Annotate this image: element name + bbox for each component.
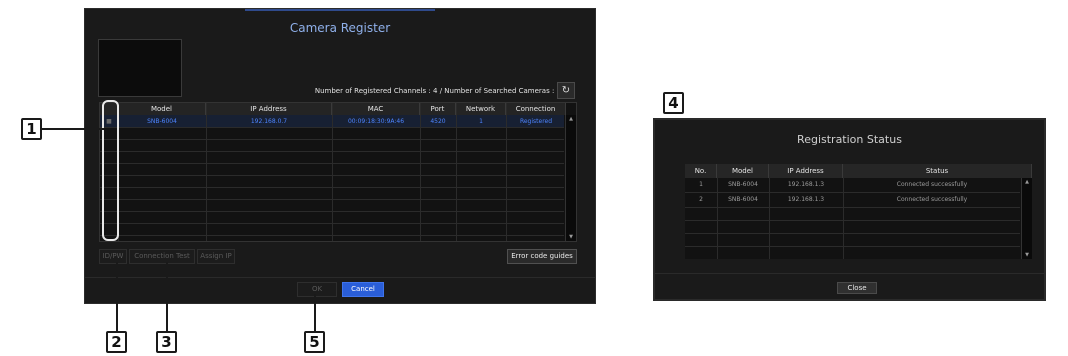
status-table: No. Model IP Address Status 1 SNB-6004 1… bbox=[685, 164, 1032, 259]
idpw-button[interactable]: ID/PW bbox=[99, 249, 127, 264]
column-header-model: Model bbox=[717, 164, 769, 178]
checkbox-column-highlight bbox=[102, 100, 119, 241]
cancel-button[interactable]: Cancel bbox=[342, 282, 384, 297]
column-divider bbox=[456, 103, 457, 241]
column-divider bbox=[843, 178, 844, 259]
table-scrollbar[interactable]: ▲ ▼ bbox=[565, 115, 576, 241]
column-divider bbox=[420, 103, 421, 241]
cell-no: 2 bbox=[699, 196, 703, 203]
channel-count-text: Number of Registered Channels : 4 / Numb… bbox=[314, 87, 561, 95]
column-header-network[interactable]: Network bbox=[456, 103, 506, 115]
row-divider bbox=[685, 246, 1020, 247]
cell-no: 1 bbox=[699, 181, 703, 188]
scroll-up-icon[interactable]: ▲ bbox=[1022, 178, 1032, 186]
dialog-title: Camera Register bbox=[289, 21, 391, 35]
callout-4: 4 bbox=[663, 92, 684, 114]
assign-ip-button[interactable]: Assign IP bbox=[197, 249, 235, 264]
column-header-status: Status bbox=[843, 164, 1032, 178]
connection-test-button[interactable]: Connection Test bbox=[129, 249, 195, 264]
title-accent-bar bbox=[245, 9, 435, 11]
callout-2: 2 bbox=[106, 331, 127, 353]
cell-model: SNB-6004 bbox=[147, 118, 177, 125]
refresh-icon: ↻ bbox=[561, 85, 571, 96]
column-header-port[interactable]: Port bbox=[420, 103, 456, 115]
callout-2-leader bbox=[116, 262, 118, 331]
column-divider bbox=[332, 103, 333, 241]
cell-ip: 192.168.0.7 bbox=[250, 118, 288, 125]
column-header-model[interactable]: Model bbox=[118, 103, 206, 115]
column-header-no: No. bbox=[685, 164, 717, 178]
cell-model: SNB-6004 bbox=[728, 181, 758, 188]
ok-button[interactable]: OK bbox=[297, 282, 337, 297]
cell-model: SNB-6004 bbox=[728, 196, 758, 203]
table-scrollbar[interactable]: ▲ ▼ bbox=[1021, 178, 1032, 259]
column-divider bbox=[717, 178, 718, 259]
callout-5-leader bbox=[314, 294, 316, 331]
scroll-down-icon[interactable]: ▼ bbox=[1022, 251, 1032, 259]
cell-port: 4520 bbox=[430, 118, 446, 125]
callout-3-leader bbox=[166, 262, 168, 331]
cell-mac: 00:09:18:30:9A:46 bbox=[347, 118, 405, 125]
cell-ip: 192.168.1.3 bbox=[787, 181, 825, 188]
cell-network: 1 bbox=[479, 118, 483, 125]
cell-connection: Registered bbox=[519, 118, 553, 125]
column-header-ip[interactable]: IP Address bbox=[206, 103, 332, 115]
cell-ip: 192.168.1.3 bbox=[787, 196, 825, 203]
callout-1-leader bbox=[42, 128, 104, 130]
footer-divider bbox=[85, 277, 595, 278]
column-divider bbox=[506, 103, 507, 241]
close-button[interactable]: Close bbox=[837, 282, 877, 294]
camera-table: Model IP Address MAC Port Network Connec… bbox=[99, 102, 577, 242]
registration-status-dialog: Registration Status No. Model IP Address… bbox=[653, 118, 1046, 301]
column-divider bbox=[206, 103, 207, 241]
footer-divider bbox=[655, 273, 1044, 274]
callout-3: 3 bbox=[156, 331, 177, 353]
row-divider bbox=[685, 192, 1020, 193]
column-header-mac[interactable]: MAC bbox=[332, 103, 420, 115]
error-code-guides-button[interactable]: Error code guides bbox=[507, 249, 577, 264]
callout-1: 1 bbox=[21, 118, 42, 140]
dialog-title: Registration Status bbox=[797, 133, 902, 146]
scroll-down-icon[interactable]: ▼ bbox=[566, 233, 576, 241]
row-divider bbox=[685, 233, 1020, 234]
camera-preview bbox=[98, 39, 182, 97]
callout-5: 5 bbox=[304, 331, 325, 353]
column-divider bbox=[769, 178, 770, 259]
column-header-ip: IP Address bbox=[769, 164, 843, 178]
row-divider bbox=[685, 207, 1020, 208]
refresh-button[interactable]: ↻ bbox=[557, 82, 575, 99]
row-divider bbox=[685, 220, 1020, 221]
cell-status: Connected successfully bbox=[896, 181, 968, 188]
scroll-up-icon[interactable]: ▲ bbox=[566, 115, 576, 123]
cell-status: Connected successfully bbox=[896, 196, 968, 203]
camera-register-dialog: Camera Register Number of Registered Cha… bbox=[84, 8, 596, 304]
column-header-connection[interactable]: Connection bbox=[506, 103, 566, 115]
